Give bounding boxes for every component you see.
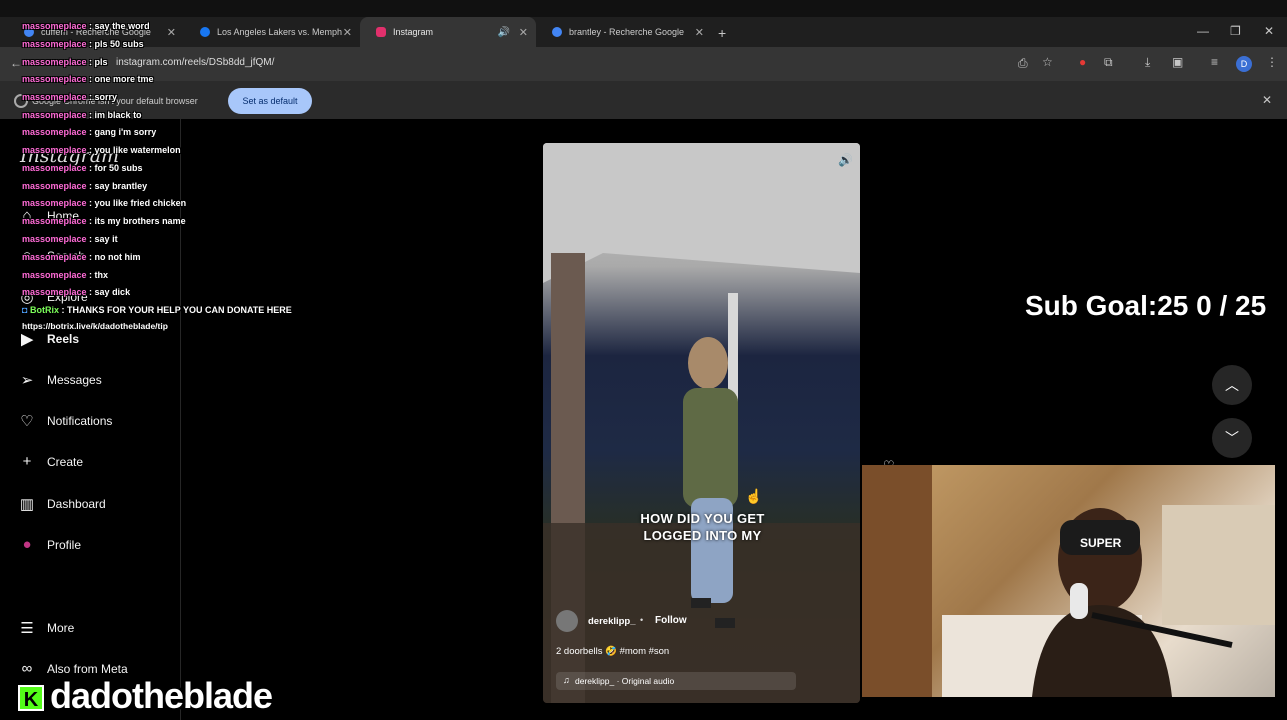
chat-message: massomeplace : pls xyxy=(22,57,108,67)
back-icon[interactable]: ← xyxy=(10,56,22,70)
author-name[interactable]: dereklipp_ xyxy=(588,616,636,627)
chat-message: massomeplace : im black to xyxy=(22,110,142,120)
profile-avatar[interactable]: D xyxy=(1236,56,1252,72)
chat-message: massomeplace : say it xyxy=(22,234,118,244)
streamer-webcam xyxy=(862,465,1275,697)
beanie-text: SUPER xyxy=(1080,536,1122,550)
volume-icon[interactable]: 🔊 xyxy=(838,153,853,167)
sub-goal-counter: Sub Goal:25 0 / 25 xyxy=(1025,290,1267,321)
tab-title: Los Angeles Lakers vs. Memphis xyxy=(217,27,342,37)
plus-icon: + xyxy=(22,453,32,470)
webcam-scene xyxy=(862,465,1275,697)
messages-icon: ➢ xyxy=(20,372,34,389)
url-text[interactable]: instagram.com/reels/DSb8dd_jfQM/ xyxy=(116,57,274,68)
separator-dot: • xyxy=(640,615,644,625)
tab-lakers[interactable]: Los Angeles Lakers vs. Memphis ✕ xyxy=(184,17,360,47)
sidebar-item-label: Reels xyxy=(47,332,80,346)
next-reel-button[interactable]: ﹀ xyxy=(1212,418,1252,458)
instagram-favicon-icon xyxy=(376,27,386,37)
close-window-icon[interactable]: ✕ xyxy=(1264,24,1274,38)
chat-message: massomeplace : its my brothers name xyxy=(22,216,186,226)
bot-chat-message: ◘ BotRix : THANKS FOR YOUR HELP YOU CAN … xyxy=(22,305,292,315)
close-infobar-icon[interactable]: ✕ xyxy=(1262,93,1272,107)
chat-message: massomeplace : one more tme xyxy=(22,74,154,84)
dashboard-icon: ▥ xyxy=(19,496,35,513)
sidebar-item-messages[interactable]: ➢ Messages xyxy=(18,371,102,389)
music-note-icon: ♫ xyxy=(563,675,570,685)
minimize-icon[interactable]: — xyxy=(1197,24,1209,38)
sidebar-item-reels[interactable]: ▶ Reels xyxy=(18,330,79,348)
tab-search-icon[interactable]: ≡ xyxy=(1211,55,1218,69)
chat-message: massomeplace : say the word xyxy=(22,21,150,31)
sidebar-item-label: Notifications xyxy=(47,414,113,428)
meta-icon: ∞ xyxy=(21,660,33,677)
bookmark-star-icon[interactable]: ☆ xyxy=(1042,55,1053,69)
reel-audio[interactable]: dereklipp_ · Original audio xyxy=(575,676,674,686)
mouse-cursor-icon: ☝ xyxy=(745,488,763,504)
chat-message: massomeplace : say dick xyxy=(22,287,131,297)
new-tab-button[interactable]: + xyxy=(718,25,726,41)
reel-caption-overlay: HOW DID YOU GET LOGGED INTO MY xyxy=(640,511,765,543)
sidebar-item-dashboard[interactable]: ▥ Dashboard xyxy=(18,495,106,513)
chat-message: massomeplace : you like watermelon xyxy=(22,145,181,155)
tab-title: brantley - Recherche Google xyxy=(569,27,685,37)
heart-icon: ♡ xyxy=(20,413,34,430)
sidebar-item-label: Profile xyxy=(47,537,82,552)
restore-icon[interactable]: ❐ xyxy=(1230,24,1241,38)
chat-message: massomeplace : gang i'm sorry xyxy=(22,127,157,137)
close-tab-icon[interactable]: ✕ xyxy=(519,26,528,39)
reel-description: 2 doorbells 🤣 #mom #son xyxy=(556,646,670,657)
donate-link: https://botrix.live/k/dadotheblade/tip xyxy=(22,321,168,331)
close-tab-icon[interactable]: ✕ xyxy=(343,26,352,39)
sidebar-item-notifications[interactable]: ♡ Notifications xyxy=(18,412,112,430)
set-as-default-button[interactable]: Set as default xyxy=(228,88,312,114)
bot-badge-icon: ◘ xyxy=(22,305,28,315)
chat-message: massomeplace : you like fried chicken xyxy=(22,198,187,208)
tab-brantley[interactable]: brantley - Recherche Google ✕ xyxy=(536,17,712,47)
channel-name: dadotheblade xyxy=(50,675,273,716)
chat-message: massomeplace : for 50 subs xyxy=(22,163,143,173)
author-avatar[interactable] xyxy=(556,610,578,632)
close-tab-icon[interactable]: ✕ xyxy=(695,26,704,39)
chevron-up-icon: ︿ xyxy=(1225,377,1239,393)
tab-title: Instagram xyxy=(393,27,434,37)
facebook-favicon-icon xyxy=(200,27,210,37)
chat-message: massomeplace : sorry xyxy=(22,92,118,102)
sidebar-item-profile[interactable]: ● Profile xyxy=(18,536,81,553)
sidebar-item-more[interactable]: ☰ More xyxy=(18,619,74,637)
extension-red-icon[interactable]: ● xyxy=(1079,55,1086,69)
chat-message: massomeplace : no not him xyxy=(22,252,141,262)
extensions-puzzle-icon[interactable]: ⧉ xyxy=(1104,55,1113,70)
sidebar-item-label: Messages xyxy=(47,373,102,387)
screen-top-bar xyxy=(0,0,1287,17)
sidebar-item-label: Also from Meta xyxy=(47,661,128,676)
audio-playing-icon[interactable]: 🔊 xyxy=(498,27,510,38)
sidebar-item-label: Create xyxy=(47,454,84,469)
chat-message: massomeplace : say brantley xyxy=(22,181,148,191)
follow-button[interactable]: Follow xyxy=(655,615,687,626)
close-tab-icon[interactable]: ✕ xyxy=(167,26,176,39)
media-control-icon[interactable]: ▣ xyxy=(1172,55,1183,69)
tab-instagram[interactable]: Instagram 🔊 ✕ xyxy=(360,17,536,47)
previous-reel-button[interactable]: ︿ xyxy=(1212,365,1252,405)
sidebar-item-label: More xyxy=(47,621,75,635)
google-favicon-icon xyxy=(552,27,562,37)
chevron-down-icon: ﹀ xyxy=(1225,430,1239,446)
install-app-icon[interactable]: ⎙ xyxy=(1018,56,1028,71)
reels-icon: ▶ xyxy=(21,331,33,348)
avatar-icon: ● xyxy=(22,536,32,553)
download-icon[interactable]: ⤓ xyxy=(1145,55,1150,70)
kick-logo-icon: K xyxy=(18,685,44,711)
chat-message: massomeplace : pls 50 subs xyxy=(22,39,144,49)
kebab-menu-icon[interactable]: ⋮ xyxy=(1266,55,1278,69)
chat-message: massomeplace : thx xyxy=(22,270,109,280)
sidebar-item-label: Dashboard xyxy=(47,497,106,511)
sidebar-item-create[interactable]: + Create xyxy=(18,453,83,470)
menu-icon: ☰ xyxy=(20,620,34,637)
